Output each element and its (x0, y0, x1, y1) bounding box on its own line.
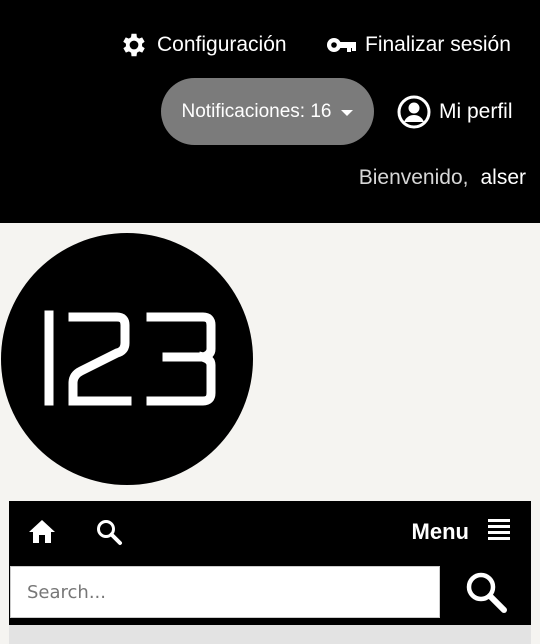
list-icon (487, 518, 511, 546)
caret-down-icon (341, 109, 354, 116)
content-area-top (9, 625, 531, 644)
search-bar (9, 563, 531, 625)
username-link[interactable]: alser (480, 166, 526, 190)
search-button[interactable] (441, 563, 531, 625)
menu-toggle[interactable]: Menu (412, 518, 511, 546)
profile-label: Mi perfil (439, 100, 513, 123)
profile-link[interactable]: Mi perfil (397, 95, 513, 129)
notifications-dropdown[interactable]: Notificaciones: 16 (161, 78, 374, 145)
search-icon[interactable] (95, 518, 123, 551)
main-navbar: Menu (9, 501, 531, 563)
notifications-label: Notificaciones: 16 (181, 100, 332, 122)
top-bar: Configuración Finalizar sesión Notificac… (0, 0, 540, 223)
menu-label: Menu (411, 519, 469, 544)
search-icon (464, 570, 508, 619)
user-circle-icon (397, 95, 431, 129)
key-icon (325, 30, 357, 60)
logout-label: Finalizar sesión (365, 33, 511, 56)
search-input[interactable] (10, 566, 440, 618)
site-logo[interactable] (1, 233, 253, 485)
home-icon[interactable] (28, 518, 56, 549)
logout-link[interactable]: Finalizar sesión (325, 30, 511, 60)
gear-icon (119, 30, 149, 60)
config-link[interactable]: Configuración (119, 30, 287, 60)
config-label: Configuración (157, 33, 287, 56)
welcome-text: Bienvenido, (358, 166, 469, 189)
welcome-message: Bienvenido, alser (359, 166, 526, 190)
